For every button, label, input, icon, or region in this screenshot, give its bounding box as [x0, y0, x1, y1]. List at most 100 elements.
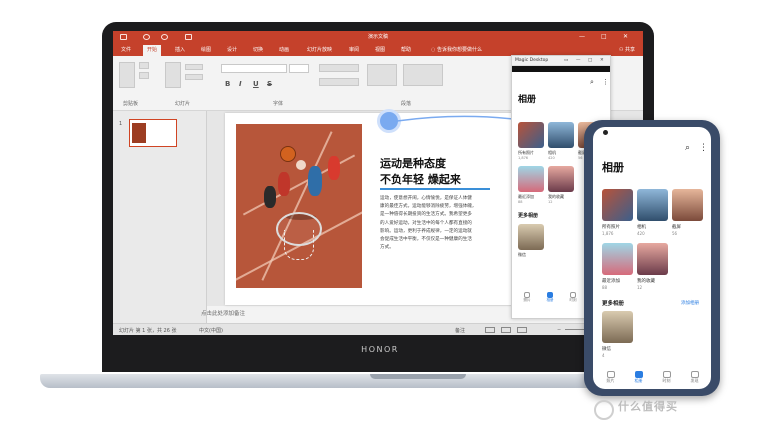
- nav-label: 照片: [606, 378, 615, 383]
- pin-icon[interactable]: ▭: [564, 58, 568, 63]
- tile-count: 56: [672, 231, 678, 236]
- phone-tile-all[interactable]: [602, 189, 633, 221]
- group-font: 字体: [273, 101, 284, 107]
- tile-count: 56: [578, 156, 583, 160]
- share-button[interactable]: ⚇ 共享: [619, 46, 635, 53]
- more-icon[interactable]: ⋮: [602, 78, 609, 86]
- minimize-icon[interactable]: —: [579, 33, 585, 40]
- font-size-box[interactable]: [289, 64, 309, 73]
- heading-rule: [380, 188, 490, 190]
- nav-photos[interactable]: 照片: [597, 371, 624, 384]
- add-album-link[interactable]: 添加相册: [681, 300, 699, 306]
- tab-draw[interactable]: 绘图: [201, 46, 211, 53]
- tell-me-search[interactable]: ◌ 告诉我你想要做什么: [431, 46, 482, 53]
- tab-help[interactable]: 帮助: [401, 46, 411, 53]
- align-buttons[interactable]: [319, 78, 359, 86]
- nav-discover[interactable]: 发现: [681, 371, 708, 384]
- basketball-icon: [280, 146, 296, 162]
- tile-label: 所有照片: [602, 225, 620, 230]
- album-tile-all[interactable]: [518, 122, 544, 148]
- album-tile-camera[interactable]: [548, 122, 574, 148]
- tab-insert[interactable]: 插入: [175, 46, 185, 53]
- normal-view-icon[interactable]: [485, 327, 495, 333]
- maximize-icon[interactable]: □: [601, 33, 607, 40]
- body-line: 的人爱好运动，对生活中的每个人都有直接的: [380, 220, 472, 226]
- new-slide-button[interactable]: [165, 62, 181, 88]
- album-tile-wechat[interactable]: [518, 224, 544, 250]
- tab-review[interactable]: 审阅: [349, 46, 359, 53]
- tab-view[interactable]: 视图: [375, 46, 385, 53]
- sorter-view-icon[interactable]: [501, 327, 511, 333]
- mirror-title: Magic Desktop: [515, 58, 549, 63]
- italic-button[interactable]: I: [239, 80, 242, 88]
- font-name-box[interactable]: [221, 64, 287, 73]
- strikethrough-button[interactable]: S: [267, 80, 272, 88]
- group-paragraph: 段落: [401, 101, 412, 107]
- tab-slideshow[interactable]: 幻灯片放映: [307, 46, 332, 53]
- front-camera: [603, 130, 608, 135]
- bullets-buttons[interactable]: [319, 64, 359, 72]
- bold-button[interactable]: B: [225, 80, 230, 88]
- slide-heading-1: 运动是种态度: [380, 157, 446, 170]
- paste-button[interactable]: [119, 62, 135, 88]
- player-blue: [308, 166, 322, 196]
- tile-label: 截屏: [672, 225, 681, 230]
- phone-tile-camera[interactable]: [637, 189, 668, 221]
- zoom-out-button[interactable]: −: [557, 327, 561, 333]
- slide-thumbnail[interactable]: [129, 119, 177, 147]
- mirror-maximize-icon[interactable]: □: [588, 58, 592, 63]
- copy-icon[interactable]: [139, 72, 149, 79]
- language[interactable]: 中文(中国): [199, 327, 223, 334]
- reading-view-icon[interactable]: [517, 327, 527, 333]
- nav-moments[interactable]: 时刻: [562, 292, 584, 303]
- cut-icon[interactable]: [139, 62, 149, 69]
- nav-albums[interactable]: 相册: [539, 292, 561, 303]
- phone-tile-screenshot[interactable]: [672, 189, 703, 221]
- tile-count: 420: [637, 231, 645, 236]
- tab-animations[interactable]: 动画: [279, 46, 289, 53]
- tab-file[interactable]: 文件: [121, 46, 131, 53]
- nav-photos[interactable]: 照片: [516, 292, 538, 303]
- reset-button[interactable]: [185, 74, 203, 80]
- mirror-minimize-icon[interactable]: —: [576, 58, 581, 63]
- tile-label: 微信: [518, 252, 526, 257]
- tab-home[interactable]: 开始: [143, 45, 162, 56]
- text-direction-button[interactable]: [367, 64, 397, 86]
- phone-more-albums: 更多相册: [602, 301, 625, 307]
- status-bar: 幻灯片 第 1 张，共 26 张 中文(中国) 备注 − +: [113, 323, 643, 335]
- nav-label: 相册: [546, 298, 554, 302]
- search-icon[interactable]: ⌕: [685, 143, 690, 153]
- phone-screen: ⌕ ⋮ 相册 所有照片 相机 截屏 1,876 420 56 最近添加 我的收藏…: [593, 127, 711, 389]
- nav-moments[interactable]: 时刻: [653, 371, 680, 384]
- notes-placeholder[interactable]: 点击此处添加备注: [201, 309, 245, 317]
- more-icon[interactable]: ⋮: [699, 143, 708, 153]
- slide-count: 幻灯片 第 1 张，共 26 张: [119, 328, 177, 334]
- tile-label: 最近添加: [602, 279, 620, 284]
- thumbnail-photo: [132, 123, 146, 143]
- shapes-gallery[interactable]: [403, 64, 443, 86]
- phone-tile-wechat[interactable]: [602, 311, 633, 343]
- phone-tile-favorites[interactable]: [637, 243, 668, 275]
- search-icon[interactable]: ⌕: [590, 78, 594, 87]
- nav-label: 时刻: [662, 378, 671, 383]
- discover-icon: [690, 371, 699, 378]
- more-albums-label: 更多相册: [518, 213, 539, 219]
- albums-icon: [634, 371, 643, 378]
- phone-tile-recent[interactable]: [602, 243, 633, 275]
- moments-icon: [662, 371, 671, 378]
- nav-albums[interactable]: 相册: [625, 371, 652, 384]
- tile-label: 我的收藏: [637, 279, 655, 284]
- tab-design[interactable]: 设计: [227, 46, 237, 53]
- underline-button[interactable]: U: [253, 80, 259, 88]
- notes-button[interactable]: 备注: [455, 327, 465, 334]
- body-line: 康的最佳方式，运动能够消除疲劳，增强体魄，: [380, 204, 477, 210]
- nav-label: 照片: [523, 298, 531, 302]
- mirror-close-icon[interactable]: ✕: [600, 58, 604, 63]
- close-icon[interactable]: ✕: [623, 33, 628, 40]
- tab-transitions[interactable]: 切换: [253, 46, 263, 53]
- connector-line: [397, 115, 513, 122]
- album-tile-recent[interactable]: [518, 166, 544, 192]
- layout-button[interactable]: [185, 64, 203, 70]
- slide-canvas[interactable]: 运动是种态度 不负年轻 燥起来 运动，使意想开阔，心情愉悦，是保证人体健 康的最…: [225, 113, 525, 305]
- album-tile-favorites[interactable]: [548, 166, 574, 192]
